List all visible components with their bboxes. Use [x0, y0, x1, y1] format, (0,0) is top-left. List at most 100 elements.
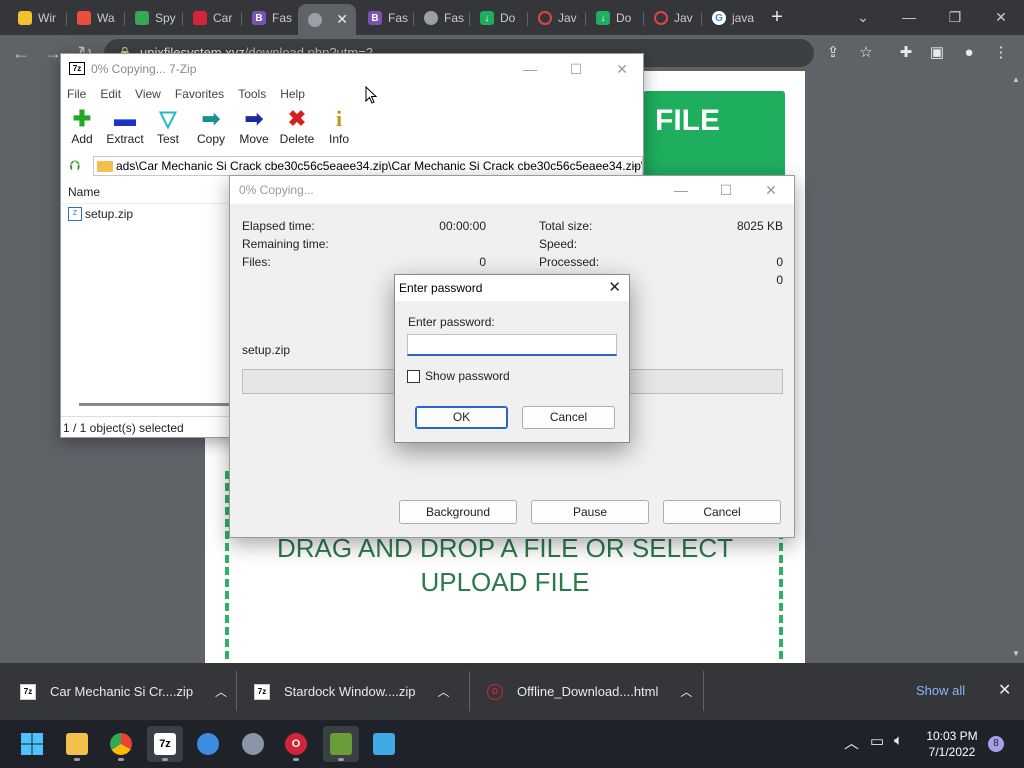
download-item[interactable]: 7z Stardock Window....zip ︿: [254, 663, 450, 720]
page-scrollbar[interactable]: ▲ ▼: [1008, 71, 1024, 663]
globe-icon: [424, 11, 438, 25]
browser-tab[interactable]: B Fas: [358, 5, 412, 31]
browser-tab[interactable]: Jav: [528, 5, 584, 31]
app-icon: [197, 733, 219, 755]
close-icon[interactable]: ✕: [599, 54, 645, 84]
scroll-up-icon[interactable]: ▲: [1012, 75, 1020, 84]
google-icon: G: [712, 11, 726, 25]
tab-favicon-icon: [18, 11, 32, 25]
elapsed-time-value: 00:00:00: [439, 219, 486, 233]
taskbar-7zip[interactable]: 7z: [147, 726, 183, 762]
volume-icon[interactable]: 🔈︎: [894, 732, 903, 749]
network-icon[interactable]: ▭: [870, 732, 884, 750]
minimize-icon[interactable]: —: [507, 54, 553, 84]
back-icon[interactable]: ←: [10, 42, 32, 64]
scroll-down-icon[interactable]: ▼: [1012, 649, 1020, 658]
downloads-bar: 7z Car Mechanic Si Cr....zip ︿ 7z Stardo…: [0, 663, 1024, 720]
start-button[interactable]: [14, 726, 50, 762]
menu-view[interactable]: View: [135, 84, 161, 104]
browser-tab[interactable]: Fas: [414, 5, 468, 31]
close-icon[interactable]: ✕: [608, 275, 621, 301]
close-icon[interactable]: ✕: [748, 176, 794, 204]
notification-badge[interactable]: 8: [988, 736, 1004, 752]
browser-tab-active[interactable]: ✕: [298, 4, 356, 35]
background-button[interactable]: Background: [399, 500, 517, 524]
chevron-up-icon[interactable]: ︿: [438, 683, 450, 700]
chevron-down-icon[interactable]: ⌄: [632, 157, 640, 175]
up-folder-icon[interactable]: ⮉: [65, 157, 85, 175]
taskbar-opera[interactable]: O: [278, 726, 314, 762]
bookmark-star-icon[interactable]: ☆: [855, 42, 877, 64]
menu-icon[interactable]: ⋮: [990, 42, 1012, 64]
close-tab-icon[interactable]: ✕: [336, 11, 348, 28]
checkbox-box[interactable]: [407, 369, 420, 383]
tab-favicon-icon: [654, 11, 668, 25]
menu-edit[interactable]: Edit: [100, 84, 121, 104]
close-downloads-icon[interactable]: ✕: [998, 680, 1011, 700]
sevenzip-menubar: File Edit View Favorites Tools Help: [61, 84, 643, 104]
browser-tab[interactable]: ↓ Do: [586, 5, 642, 31]
sevenzip-path-field[interactable]: ads\Car Mechanic Si Crack cbe30c56c5eaee…: [93, 156, 643, 176]
maximize-icon[interactable]: ☐: [703, 176, 749, 204]
password-input[interactable]: [407, 334, 617, 356]
info-button[interactable]: i Info: [314, 106, 364, 146]
browser-tab[interactable]: B Fas: [242, 5, 296, 31]
tab-search-icon[interactable]: ⌄: [840, 4, 886, 30]
close-window-icon[interactable]: ✕: [978, 4, 1024, 30]
taskbar-notepad[interactable]: [366, 726, 402, 762]
menu-favorites[interactable]: Favorites: [175, 84, 224, 104]
menu-tools[interactable]: Tools: [238, 84, 266, 104]
browser-tab[interactable]: Spy: [125, 5, 181, 31]
show-password-checkbox[interactable]: Show password: [407, 369, 510, 383]
profile-icon[interactable]: ●: [958, 42, 980, 64]
tab-label: Jav: [558, 11, 577, 25]
password-title-bar[interactable]: Enter password: [395, 275, 629, 301]
side-panel-icon[interactable]: ▣: [926, 42, 948, 64]
pause-button[interactable]: Pause: [531, 500, 649, 524]
sevenzip-file-list: Name Z setup.zip: [61, 180, 231, 412]
browser-tab[interactable]: G java: [702, 5, 758, 31]
minimize-icon[interactable]: —: [658, 176, 704, 204]
windows-logo-icon: [21, 733, 43, 755]
file-button[interactable]: FILE: [643, 91, 785, 183]
cancel-copy-button[interactable]: Cancel: [663, 500, 781, 524]
share-icon[interactable]: ⇪: [822, 42, 844, 64]
menu-file[interactable]: File: [67, 84, 86, 104]
chevron-up-icon[interactable]: ︿: [215, 683, 227, 700]
cancel-button[interactable]: Cancel: [522, 406, 615, 429]
taskbar-chrome[interactable]: [103, 726, 139, 762]
browser-tab[interactable]: Jav: [644, 5, 700, 31]
taskbar-app[interactable]: [235, 726, 271, 762]
minimize-icon[interactable]: —: [886, 4, 932, 30]
extensions-icon[interactable]: ✚: [895, 42, 917, 64]
download-name: Stardock Window....zip: [284, 684, 416, 699]
show-all-link[interactable]: Show all: [916, 683, 965, 698]
taskbar-minecraft[interactable]: [323, 726, 359, 762]
drop-text-line-2: UPLOAD FILE: [420, 567, 590, 597]
menu-help[interactable]: Help: [280, 84, 305, 104]
chevron-up-icon[interactable]: ︿: [680, 683, 692, 700]
taskbar-file-explorer[interactable]: [59, 726, 95, 762]
chevron-up-icon[interactable]: ︿: [844, 732, 859, 753]
browser-tab[interactable]: ↓ Do: [470, 5, 526, 31]
maximize-icon[interactable]: ☐: [553, 54, 599, 84]
browser-tab[interactable]: Wa: [67, 5, 123, 31]
browser-tab[interactable]: Wir: [8, 5, 64, 31]
new-tab-button[interactable]: +: [766, 6, 788, 28]
show-password-label: Show password: [425, 369, 510, 383]
column-header-name[interactable]: Name: [61, 180, 230, 204]
folder-icon: [97, 161, 113, 172]
file-row[interactable]: Z setup.zip: [61, 204, 230, 224]
taskbar-app[interactable]: [190, 726, 226, 762]
ok-button[interactable]: OK: [415, 406, 508, 429]
current-file-name: setup.zip: [242, 343, 291, 357]
taskbar-clock[interactable]: 10:03 PM 7/1/2022: [920, 728, 984, 760]
files-label: Files:: [242, 255, 271, 269]
sevenzip-file-icon: 7z: [254, 683, 270, 700]
browser-tab[interactable]: Car: [183, 5, 239, 31]
download-item[interactable]: 7z Car Mechanic Si Cr....zip ︿: [20, 663, 227, 720]
horizontal-scrollbar[interactable]: [79, 403, 229, 406]
file-name: setup.zip: [85, 207, 134, 221]
restore-icon[interactable]: ❐: [932, 4, 978, 30]
download-item[interactable]: O Offline_Download....html ︿: [487, 663, 692, 720]
